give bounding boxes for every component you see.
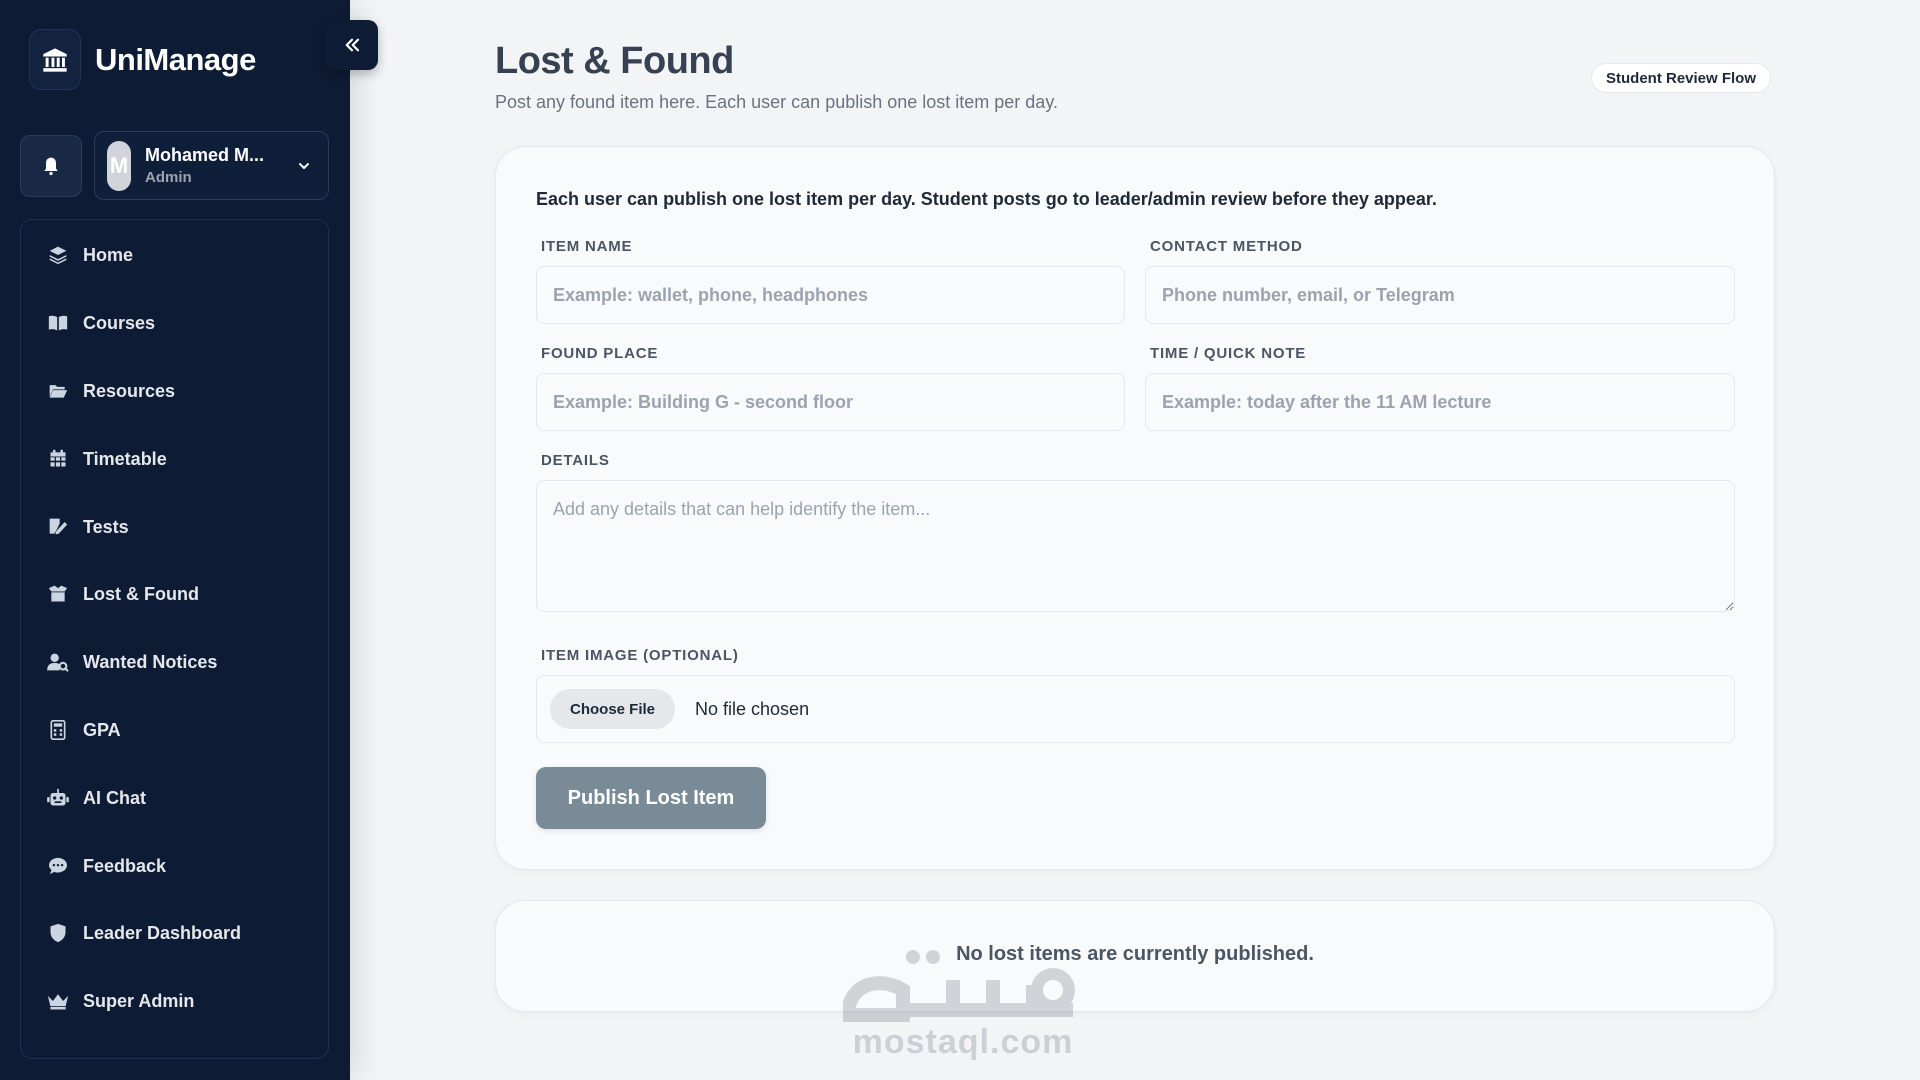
- empty-state-text: No lost items are currently published.: [956, 943, 1314, 965]
- lost-items-list: No lost items are currently published.: [495, 900, 1775, 1012]
- brand-name: UniManage: [95, 41, 256, 77]
- user-menu[interactable]: M Mohamed M... Admin: [94, 131, 329, 200]
- sidebar-item-label: Tests: [83, 516, 129, 537]
- shield-icon: [47, 922, 69, 944]
- contact-method-label: CONTACT METHOD: [1150, 238, 1303, 255]
- sidebar-item-label: Super Admin: [83, 990, 195, 1011]
- sidebar-item-resources[interactable]: Resources: [21, 367, 328, 415]
- lost-item-form: Each user can publish one lost item per …: [495, 146, 1775, 870]
- time-note-label: TIME / QUICK NOTE: [1150, 345, 1307, 362]
- layers-icon: [47, 244, 69, 266]
- sidebar-item-label: Timetable: [83, 448, 167, 469]
- details-textarea[interactable]: [536, 480, 1735, 612]
- user-role: Admin: [145, 169, 192, 186]
- item-image-file-input[interactable]: Choose File No file chosen: [536, 675, 1735, 743]
- sidebar-item-leader-dashboard[interactable]: Leader Dashboard: [21, 909, 328, 957]
- item-name-input[interactable]: [536, 266, 1125, 324]
- double-chevron-left-icon: [345, 38, 359, 52]
- brand[interactable]: UniManage: [29, 29, 256, 90]
- review-flow-badge: Student Review Flow: [1591, 63, 1772, 93]
- user-name: Mohamed M...: [145, 145, 265, 165]
- sidebar-item-wanted-notices[interactable]: Wanted Notices: [21, 638, 328, 686]
- form-note: Each user can publish one lost item per …: [536, 189, 1437, 209]
- sidebar-item-label: Resources: [83, 380, 176, 401]
- sidebar-item-label: Home: [83, 244, 134, 265]
- sidebar-item-super-admin[interactable]: Super Admin: [21, 977, 328, 1025]
- box-icon: [47, 583, 69, 605]
- folder-icon: [47, 380, 69, 402]
- found-place-label: FOUND PLACE: [541, 345, 659, 362]
- sidebar-item-courses[interactable]: Courses: [21, 299, 328, 347]
- crown-icon: [47, 990, 69, 1012]
- avatar: M: [107, 140, 131, 191]
- collapse-sidebar-button[interactable]: [325, 20, 378, 70]
- sidebar-item-label: GPA: [83, 719, 121, 740]
- item-image-label: ITEM IMAGE (OPTIONAL): [541, 647, 739, 664]
- chevron-down-icon: [299, 162, 309, 169]
- sidebar-item-tests[interactable]: Tests: [21, 503, 328, 551]
- sidebar-item-label: Courses: [83, 312, 156, 333]
- sidebar-nav: Home Courses Resources Timetable Tests L…: [20, 219, 329, 1059]
- sidebar-item-label: Wanted Notices: [83, 651, 218, 672]
- sidebar-item-lost-found[interactable]: Lost & Found: [21, 570, 328, 618]
- watermark-logo: [840, 950, 1075, 1022]
- bell-icon: [44, 157, 58, 176]
- edit-icon: [47, 516, 69, 538]
- sidebar-item-label: Feedback: [83, 855, 167, 876]
- sidebar-item-label: Lost & Found: [83, 583, 199, 604]
- user-search-icon: [47, 651, 69, 673]
- sidebar-item-ai-chat[interactable]: AI Chat: [21, 774, 328, 822]
- item-name-label: ITEM NAME: [541, 238, 633, 255]
- robot-icon: [47, 787, 69, 809]
- time-note-input[interactable]: [1145, 373, 1735, 431]
- file-status: No file chosen: [695, 698, 810, 719]
- sidebar-item-timetable[interactable]: Timetable: [21, 435, 328, 483]
- watermark-text: mostaql.com: [852, 1023, 1074, 1061]
- sidebar-item-home[interactable]: Home: [21, 231, 328, 279]
- university-icon: [29, 29, 81, 90]
- sidebar-item-feedback[interactable]: Feedback: [21, 842, 328, 890]
- sidebar-item-gpa[interactable]: GPA: [21, 706, 328, 754]
- sidebar: UniManage M Mohamed M... Admin Home Cour…: [0, 0, 350, 1080]
- sidebar-item-label: Leader Dashboard: [83, 922, 242, 943]
- page-title: Lost & Found: [495, 40, 734, 82]
- contact-method-input[interactable]: [1145, 266, 1735, 324]
- calendar-icon: [47, 448, 69, 470]
- calculator-icon: [47, 719, 69, 741]
- found-place-input[interactable]: [536, 373, 1125, 431]
- page-subtitle: Post any found item here. Each user can …: [495, 92, 1058, 112]
- details-label: DETAILS: [541, 452, 610, 469]
- publish-lost-item-button[interactable]: Publish Lost Item: [536, 767, 766, 829]
- choose-file-button[interactable]: Choose File: [550, 689, 676, 729]
- notifications-button[interactable]: [20, 135, 82, 197]
- comment-icon: [47, 855, 69, 877]
- watermark: mostaql.com: [840, 945, 1083, 1061]
- sidebar-item-label: AI Chat: [83, 787, 146, 808]
- book-icon: [47, 312, 69, 334]
